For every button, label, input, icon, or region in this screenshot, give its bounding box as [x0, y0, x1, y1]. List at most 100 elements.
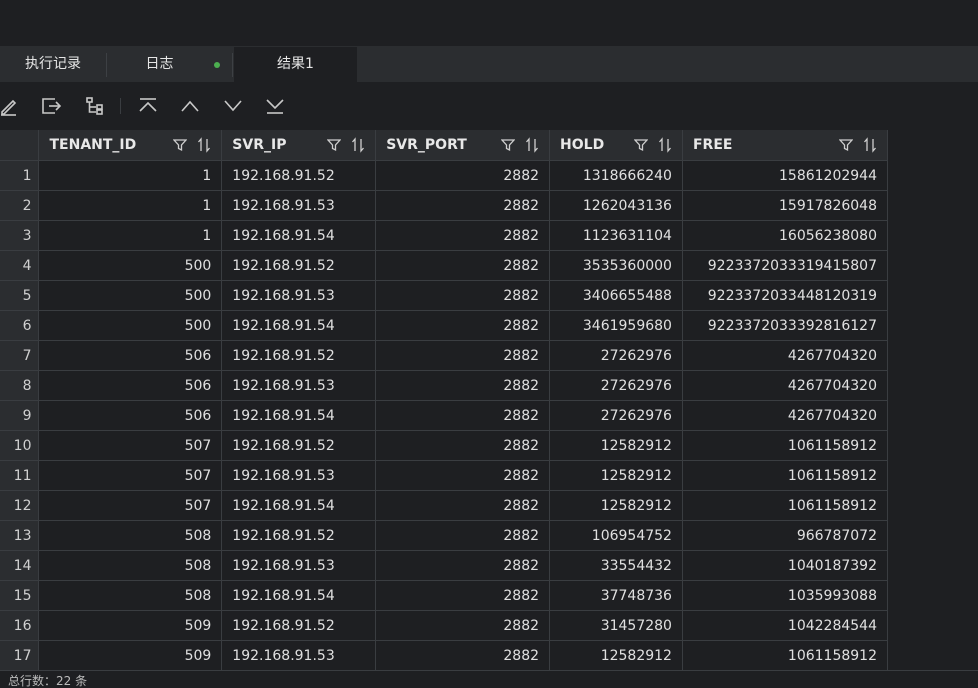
cell-port[interactable]: 2882 — [375, 460, 551, 491]
column-header-tenant-id[interactable]: TENANT_ID — [38, 130, 223, 161]
cell-free[interactable]: 4267704320 — [682, 370, 889, 401]
sort-icon[interactable] — [525, 137, 539, 153]
export-icon[interactable] — [39, 94, 63, 118]
cell-tenant[interactable]: 508 — [38, 550, 223, 581]
cell-tenant[interactable]: 506 — [38, 370, 223, 401]
cell-ip[interactable]: 192.168.91.52 — [221, 430, 377, 461]
tree-icon[interactable] — [83, 94, 107, 118]
table-row[interactable]: 15 508 192.168.91.54 2882 37748736 1035993088 — [0, 580, 889, 611]
cell-free[interactable]: 1061158912 — [682, 640, 889, 671]
cell-ip[interactable]: 192.168.91.54 — [221, 310, 377, 341]
table-row[interactable]: 12 507 192.168.91.54 2882 12582912 1061158912 — [0, 490, 889, 521]
cell-free[interactable]: 9223372033319415807 — [682, 250, 889, 281]
cell-free[interactable]: 4267704320 — [682, 340, 889, 371]
table-row[interactable]: 11 507 192.168.91.53 2882 12582912 1061158912 — [0, 460, 889, 491]
cell-tenant[interactable]: 500 — [38, 250, 223, 281]
cell-hold[interactable]: 1318666240 — [549, 160, 683, 191]
cell-tenant[interactable]: 509 — [38, 640, 223, 671]
filter-icon[interactable] — [838, 137, 854, 153]
cell-free[interactable]: 4267704320 — [682, 400, 889, 431]
cell-port[interactable]: 2882 — [375, 160, 551, 191]
cell-port[interactable]: 2882 — [375, 430, 551, 461]
cell-hold[interactable]: 37748736 — [549, 580, 683, 611]
cell-tenant[interactable]: 508 — [38, 520, 223, 551]
cell-hold[interactable]: 12582912 — [549, 490, 683, 521]
cell-ip[interactable]: 192.168.91.54 — [221, 400, 377, 431]
cell-free[interactable]: 15861202944 — [682, 160, 889, 191]
cell-hold[interactable]: 27262976 — [549, 340, 683, 371]
table-row[interactable]: 9 506 192.168.91.54 2882 27262976 4267704320 — [0, 400, 889, 431]
cell-port[interactable]: 2882 — [375, 310, 551, 341]
cell-hold[interactable]: 27262976 — [549, 370, 683, 401]
cell-port[interactable]: 2882 — [375, 520, 551, 551]
cell-free[interactable]: 1040187392 — [682, 550, 889, 581]
cell-tenant[interactable]: 506 — [38, 340, 223, 371]
cell-free[interactable]: 1061158912 — [682, 460, 889, 491]
previous-icon[interactable] — [178, 94, 202, 118]
cell-tenant[interactable]: 509 — [38, 610, 223, 641]
cell-tenant[interactable]: 506 — [38, 400, 223, 431]
table-row[interactable]: 17 509 192.168.91.53 2882 12582912 1061158912 — [0, 640, 889, 671]
cell-tenant[interactable]: 507 — [38, 490, 223, 521]
column-header-free[interactable]: FREE — [682, 130, 889, 161]
cell-port[interactable]: 2882 — [375, 280, 551, 311]
edit-icon[interactable] — [0, 94, 22, 118]
table-row[interactable]: 8 506 192.168.91.53 2882 27262976 4267704320 — [0, 370, 889, 401]
cell-free[interactable]: 1035993088 — [682, 580, 889, 611]
cell-hold[interactable]: 31457280 — [549, 610, 683, 641]
cell-tenant[interactable]: 500 — [38, 280, 223, 311]
cell-ip[interactable]: 192.168.91.54 — [221, 580, 377, 611]
cell-port[interactable]: 2882 — [375, 550, 551, 581]
first-page-icon[interactable] — [136, 94, 160, 118]
cell-port[interactable]: 2882 — [375, 340, 551, 371]
cell-hold[interactable]: 12582912 — [549, 460, 683, 491]
cell-free[interactable]: 9223372033448120319 — [682, 280, 889, 311]
cell-free[interactable]: 1042284544 — [682, 610, 889, 641]
cell-ip[interactable]: 192.168.91.53 — [221, 280, 377, 311]
table-row[interactable]: 4 500 192.168.91.52 2882 3535360000 922337203… — [0, 250, 889, 281]
cell-ip[interactable]: 192.168.91.52 — [221, 610, 377, 641]
cell-port[interactable]: 2882 — [375, 640, 551, 671]
cell-tenant[interactable]: 1 — [38, 160, 223, 191]
tab-log[interactable]: 日志 — [107, 47, 232, 82]
table-row[interactable]: 1 1 192.168.91.52 2882 1318666240 15861202944 — [0, 160, 889, 191]
table-row[interactable]: 6 500 192.168.91.54 2882 3461959680 922337203… — [0, 310, 889, 341]
tab-execution-log[interactable]: 执行记录 — [0, 47, 106, 82]
cell-ip[interactable]: 192.168.91.52 — [221, 340, 377, 371]
cell-port[interactable]: 2882 — [375, 220, 551, 251]
cell-tenant[interactable]: 1 — [38, 220, 223, 251]
sort-icon[interactable] — [658, 137, 672, 153]
cell-tenant[interactable]: 507 — [38, 460, 223, 491]
cell-tenant[interactable]: 508 — [38, 580, 223, 611]
filter-icon[interactable] — [500, 137, 516, 153]
cell-free[interactable]: 15917826048 — [682, 190, 889, 221]
table-row[interactable]: 2 1 192.168.91.53 2882 1262043136 15917826048 — [0, 190, 889, 221]
cell-hold[interactable]: 106954752 — [549, 520, 683, 551]
sort-icon[interactable] — [351, 137, 365, 153]
filter-icon[interactable] — [326, 137, 342, 153]
cell-ip[interactable]: 192.168.91.52 — [221, 160, 377, 191]
cell-hold[interactable]: 1262043136 — [549, 190, 683, 221]
cell-tenant[interactable]: 507 — [38, 430, 223, 461]
cell-hold[interactable]: 3535360000 — [549, 250, 683, 281]
last-page-icon[interactable] — [263, 94, 287, 118]
column-header-hold[interactable]: HOLD — [549, 130, 683, 161]
cell-port[interactable]: 2882 — [375, 190, 551, 221]
sort-icon[interactable] — [197, 137, 211, 153]
table-row[interactable]: 3 1 192.168.91.54 2882 1123631104 16056238080 — [0, 220, 889, 251]
tab-result-1[interactable]: 结果1 — [234, 47, 357, 82]
cell-ip[interactable]: 192.168.91.53 — [221, 550, 377, 581]
cell-ip[interactable]: 192.168.91.54 — [221, 490, 377, 521]
cell-port[interactable]: 2882 — [375, 250, 551, 281]
table-row[interactable]: 13 508 192.168.91.52 2882 106954752 966787072 — [0, 520, 889, 551]
cell-hold[interactable]: 3461959680 — [549, 310, 683, 341]
cell-free[interactable]: 16056238080 — [682, 220, 889, 251]
cell-port[interactable]: 2882 — [375, 370, 551, 401]
cell-hold[interactable]: 27262976 — [549, 400, 683, 431]
table-row[interactable]: 5 500 192.168.91.53 2882 3406655488 922337203… — [0, 280, 889, 311]
next-icon[interactable] — [221, 94, 245, 118]
table-row[interactable]: 14 508 192.168.91.53 2882 33554432 1040187392 — [0, 550, 889, 581]
cell-free[interactable]: 1061158912 — [682, 490, 889, 521]
table-row[interactable]: 7 506 192.168.91.52 2882 27262976 4267704320 — [0, 340, 889, 371]
sort-icon[interactable] — [863, 137, 877, 153]
